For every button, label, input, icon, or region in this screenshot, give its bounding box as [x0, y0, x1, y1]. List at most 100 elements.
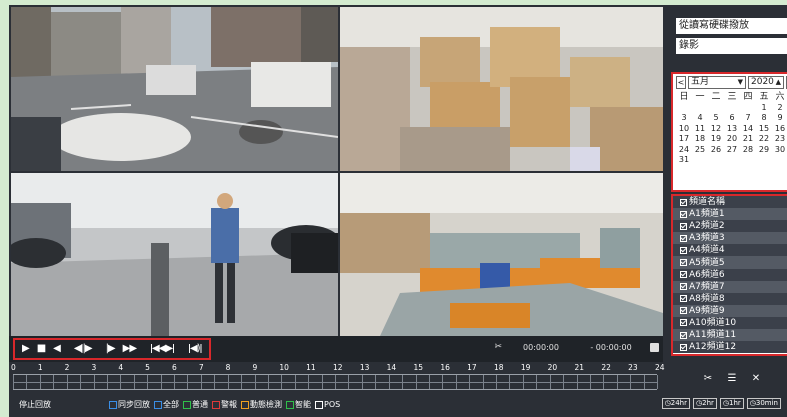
calendar-day[interactable]: 27: [724, 145, 740, 156]
legend-item[interactable]: 智能: [286, 399, 311, 410]
source-select[interactable]: 從讀寫硬碟撥放: [676, 18, 787, 34]
calendar-day[interactable]: 18: [692, 134, 708, 145]
calendar-day[interactable]: 30: [772, 145, 787, 156]
legend-item[interactable]: POS: [315, 400, 340, 409]
calendar-day[interactable]: 20: [724, 134, 740, 145]
channel-item[interactable]: A2頻道2: [673, 220, 787, 233]
calendar-day[interactable]: 1: [756, 103, 772, 114]
channel-checkbox[interactable]: [680, 271, 687, 279]
legend-checkbox[interactable]: [315, 400, 323, 409]
calendar-day[interactable]: 24: [676, 145, 692, 156]
record-type-select[interactable]: 錄影: [676, 38, 787, 54]
reverse-play-icon[interactable]: ◀: [50, 341, 63, 357]
legend-checkbox[interactable]: [241, 400, 249, 409]
channel-checkbox[interactable]: [680, 222, 687, 230]
calendar-day[interactable]: 6: [724, 113, 740, 124]
zoom-button[interactable]: ◷30min: [746, 398, 781, 409]
fast-forward-icon[interactable]: ▶▶: [120, 341, 139, 357]
channel-checkbox[interactable]: [680, 343, 687, 351]
channel-item[interactable]: A12頻道12: [673, 341, 787, 354]
calendar-day[interactable]: 26: [708, 145, 724, 156]
calendar-day[interactable]: 5: [708, 113, 724, 124]
list-icon[interactable]: ☰: [725, 373, 739, 385]
save-icon[interactable]: [650, 342, 659, 352]
calendar-day[interactable]: 9: [772, 113, 787, 124]
video-tile-garage[interactable]: [11, 173, 338, 336]
channel-item[interactable]: A8頻道8: [673, 292, 787, 305]
legend-item[interactable]: 普通: [183, 399, 208, 410]
calendar-day[interactable]: 19: [708, 134, 724, 145]
calendar-day[interactable]: 15: [756, 124, 772, 135]
legend-checkbox[interactable]: [154, 400, 162, 409]
prev-month-button[interactable]: <: [676, 76, 686, 89]
calendar-day[interactable]: 29: [756, 145, 772, 156]
timeline-track[interactable]: [13, 374, 658, 390]
legend-checkbox[interactable]: [109, 400, 117, 409]
legend-item[interactable]: 動態檢測: [241, 399, 282, 410]
calendar-day[interactable]: 10: [676, 124, 692, 135]
calendar-day[interactable]: 25: [692, 145, 708, 156]
channel-checkbox[interactable]: [680, 283, 687, 291]
frame-step-icon[interactable]: ◀ǀ|▶: [71, 341, 95, 357]
channel-list-header[interactable]: 頻道名稱: [673, 196, 787, 209]
zoom-button[interactable]: ◷2hr: [693, 398, 717, 409]
legend-item[interactable]: 同步回放: [109, 399, 150, 410]
channel-item[interactable]: A6頻道6: [673, 268, 787, 281]
zoom-button[interactable]: ◷1hr: [719, 398, 744, 409]
calendar-day[interactable]: 14: [740, 124, 756, 135]
play-icon[interactable]: ▶: [19, 341, 32, 357]
calendar-day[interactable]: 16: [772, 124, 787, 135]
channel-checkbox[interactable]: [680, 259, 687, 267]
calendar-day[interactable]: 31: [676, 155, 692, 166]
calendar-day[interactable]: 23: [772, 134, 787, 145]
channel-item[interactable]: A3頻道3: [673, 232, 787, 245]
channel-item[interactable]: A10頻道10: [673, 316, 787, 330]
skip-icon[interactable]: ǀ◀◀▶ǀ: [147, 341, 177, 357]
export-icon[interactable]: ✕: [749, 373, 763, 385]
scissors-icon[interactable]: ✂: [494, 342, 502, 352]
channel-checkbox[interactable]: [680, 319, 687, 327]
calendar-day[interactable]: 4: [692, 113, 708, 124]
channel-checkbox[interactable]: [680, 295, 687, 303]
channel-item[interactable]: A5頻道5: [673, 256, 787, 269]
calendar-day[interactable]: 28: [740, 145, 756, 156]
calendar-day[interactable]: 8: [756, 113, 772, 124]
channel-item[interactable]: A11頻道11: [673, 329, 787, 342]
legend-item[interactable]: 全部: [154, 399, 179, 410]
search-clip-icon[interactable]: ✂: [701, 373, 715, 385]
video-tile-office[interactable]: [340, 173, 663, 336]
stop-icon[interactable]: ■: [34, 341, 48, 357]
zoom-button[interactable]: ◷24hr: [661, 398, 690, 409]
video-tile-street[interactable]: [11, 7, 338, 171]
calendar-day[interactable]: 12: [708, 124, 724, 135]
channel-item[interactable]: A9頻道9: [673, 304, 787, 317]
channel-label: A5頻道5: [689, 257, 725, 268]
legend-checkbox[interactable]: [286, 400, 294, 409]
calendar-day[interactable]: 13: [724, 124, 740, 135]
slow-forward-icon[interactable]: |▶: [103, 341, 118, 357]
legend-checkbox[interactable]: [183, 400, 191, 409]
channel-item[interactable]: A4頻道4: [673, 244, 787, 257]
video-tile-warehouse[interactable]: [340, 7, 663, 171]
timeline[interactable]: 0 1 2 3 4 5 6 7 8 9 10 11 12 13 14 15 16 17 18 19 20 21 22 23 24: [9, 362, 665, 392]
calendar-day[interactable]: 7: [740, 113, 756, 124]
channel-checkbox[interactable]: [680, 331, 687, 339]
year-select[interactable]: 2020 ▲: [748, 76, 784, 89]
calendar-day[interactable]: 17: [676, 134, 692, 145]
channel-checkbox[interactable]: [680, 307, 687, 315]
channel-item[interactable]: A1頻道1: [673, 208, 787, 221]
month-select[interactable]: 五月 ▼: [688, 76, 746, 89]
audio-icon[interactable]: ǀ◀)ǀ: [185, 341, 205, 357]
calendar-day[interactable]: 21: [740, 134, 756, 145]
legend-checkbox[interactable]: [212, 400, 220, 409]
calendar-day[interactable]: 22: [756, 134, 772, 145]
channel-checkbox[interactable]: [680, 246, 687, 254]
channel-item[interactable]: A7頻道7: [673, 280, 787, 293]
calendar-day[interactable]: 3: [676, 113, 692, 124]
legend-item[interactable]: 警報: [212, 399, 237, 410]
calendar-day[interactable]: 11: [692, 124, 708, 135]
channel-checkbox[interactable]: [680, 210, 687, 218]
calendar-day[interactable]: 2: [772, 103, 787, 114]
select-all-checkbox[interactable]: [680, 198, 687, 206]
channel-checkbox[interactable]: [680, 234, 687, 242]
